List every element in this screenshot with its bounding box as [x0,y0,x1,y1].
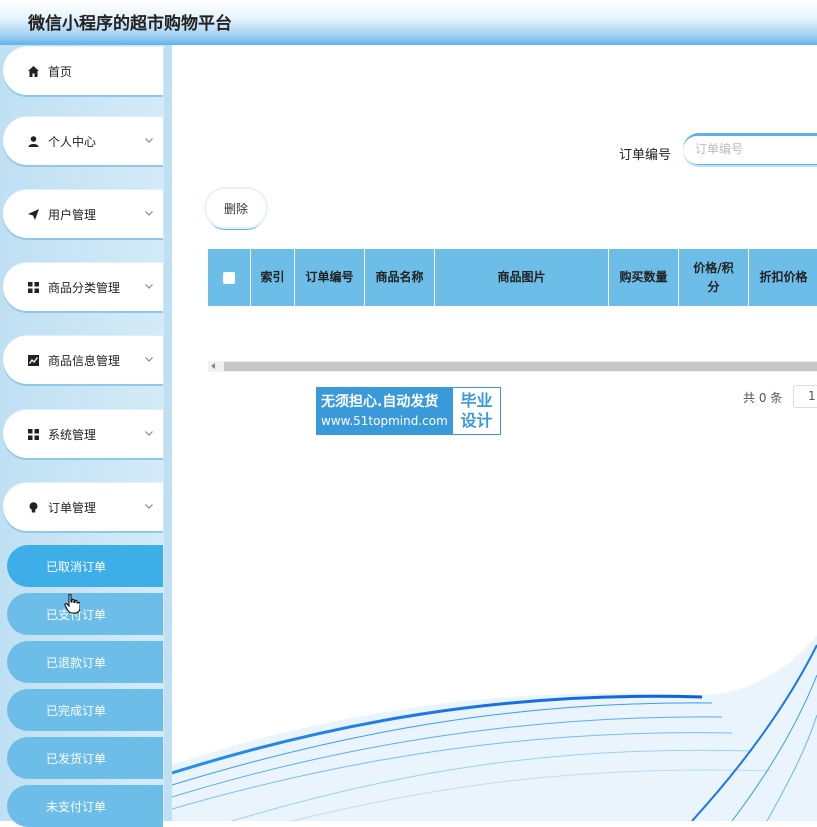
sidebar-item-label: 首页 [48,64,73,79]
watermark-banner: 无须担心.自动发货 www.51topmind.com 毕业 设计 [316,387,501,435]
pagination-total: 共 0 条 [743,391,783,405]
sidebar-item-product-management[interactable]: 商品信息管理 [3,336,163,384]
sidebar-subitem-shipped-orders[interactable]: 已发货订单 [7,737,163,779]
sidebar: 首页 个人中心 用户管理 商品分类管理 商品信息管理 系统管理 订单管理 已取消… [0,45,172,827]
sidebar-item-category-management[interactable]: 商品分类管理 [3,263,163,311]
main-content: 订单编号 删除 索引 订单编号 商品名称 商品图片 购买数量 价格/积分 折扣价… [172,45,817,821]
table-header-cell: 索引 [251,249,295,306]
table-header-cell: 订单编号 [295,249,365,306]
page-size-select[interactable]: 1 [793,385,817,408]
chart-icon [27,354,39,366]
chevron-down-icon [145,138,153,143]
sidebar-item-order-management[interactable]: 订单管理 [3,483,163,531]
app-title: 微信小程序的超市购物平台 [28,14,232,34]
sidebar-item-label: 系统管理 [48,427,97,442]
watermark-right2: 设计 [460,411,493,430]
select-all-checkbox[interactable] [223,271,235,284]
table-header-select[interactable] [208,249,251,306]
table-header-cell: 购买数量 [609,249,679,306]
table-header-cell: 商品图片 [435,249,609,306]
chevron-down-icon [145,504,153,509]
app-header: 微信小程序的超市购物平台 [0,0,817,45]
sidebar-item-label: 商品分类管理 [48,280,121,295]
watermark-line1: 无须担心.自动发货 [321,394,439,410]
sidebar-item-label: 个人中心 [48,134,97,149]
scroll-left-icon[interactable] [211,363,215,369]
sidebar-subitem-label: 已完成订单 [46,703,107,718]
sidebar-item-system-management[interactable]: 系统管理 [3,410,163,458]
bulb-icon [27,501,39,513]
decorative-wave [172,635,817,821]
sidebar-subitem-label: 已退款订单 [46,655,107,670]
table-header: 索引 订单编号 商品名称 商品图片 购买数量 价格/积分 折扣价格 [208,249,817,306]
order-number-search-input[interactable] [683,133,817,165]
sidebar-item-label: 商品信息管理 [48,353,121,368]
table-header-cell: 商品名称 [365,249,435,306]
home-icon [27,65,39,77]
chevron-down-icon [145,431,153,436]
sidebar-item-personal-center[interactable]: 个人中心 [3,117,163,165]
table-header-cell: 折扣价格 [749,249,817,306]
scrollbar-thumb[interactable] [224,362,817,371]
chevron-down-icon [145,357,153,362]
sidebar-item-user-management[interactable]: 用户管理 [3,190,163,238]
sidebar-subitem-label: 已取消订单 [46,559,107,574]
search-label: 订单编号 [619,148,672,163]
watermark-right1: 毕业 [460,391,493,410]
sidebar-subitem-paid-orders[interactable]: 已支付订单 [7,593,163,635]
watermark-left: 无须担心.自动发货 www.51topmind.com [317,388,453,434]
grid-icon [27,281,39,293]
table-body [208,306,817,361]
sidebar-subitem-refunded-orders[interactable]: 已退款订单 [7,641,163,683]
sidebar-subitem-cancelled-orders[interactable]: 已取消订单 [7,545,163,587]
grid-icon [27,428,39,440]
chevron-down-icon [145,211,153,216]
table-horizontal-scrollbar[interactable] [208,361,817,372]
sidebar-item-label: 订单管理 [48,500,97,515]
sidebar-subitem-completed-orders[interactable]: 已完成订单 [7,689,163,731]
chevron-down-icon [145,284,153,289]
watermark-right: 毕业 设计 [453,388,500,434]
send-icon [27,208,39,220]
hand-cursor-icon [64,594,80,614]
sidebar-subitem-label: 已发货订单 [46,751,107,766]
delete-button[interactable]: 删除 [206,189,266,227]
user-icon [27,135,39,147]
watermark-line2: www.51topmind.com [321,414,448,428]
sidebar-item-label: 用户管理 [48,207,97,222]
table-header-cell: 价格/积分 [679,249,749,306]
orders-table: 索引 订单编号 商品名称 商品图片 购买数量 价格/积分 折扣价格 [208,249,817,361]
sidebar-subitem-label: 未支付订单 [46,799,107,814]
sidebar-item-home[interactable]: 首页 [3,47,163,95]
